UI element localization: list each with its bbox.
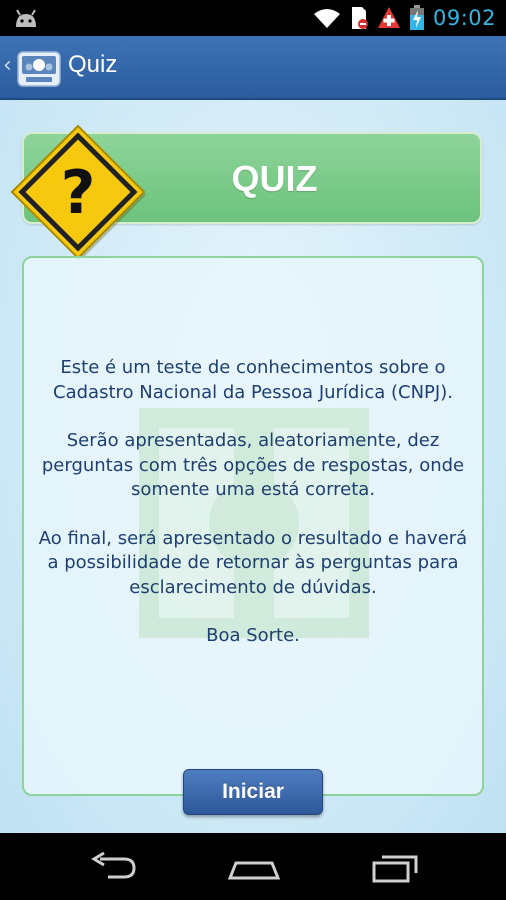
status-clock: 09:02 (432, 6, 496, 30)
wifi-icon (313, 9, 340, 28)
action-bar-title: Quiz (68, 51, 118, 78)
receita-federal-logo-icon[interactable] (16, 46, 62, 90)
description-paragraph-3: Ao final, será apresentado o resultado e… (38, 527, 468, 598)
start-button[interactable]: Iniciar (183, 769, 323, 815)
question-warning-sign-icon: ? (10, 124, 146, 261)
action-bar: ‹ Quiz (0, 36, 506, 100)
description-paragraph-4: Boa Sorte. (206, 625, 300, 646)
description-paragraph-2: Serão apresentadas, aleatoriamente, dez … (41, 430, 465, 500)
question-mark-glyph: ? (61, 158, 96, 228)
android-debug-icon (16, 9, 36, 27)
back-icon[interactable] (86, 851, 138, 883)
battery-charging-icon (409, 5, 424, 30)
info-panel: Este é um teste de conhecimentos sobre o… (22, 256, 484, 796)
medical-cross-icon (377, 7, 400, 28)
sim-icon (351, 7, 368, 29)
quiz-content: QUIZ ? Este é um teste de conhecimentos … (0, 100, 506, 833)
description-paragraph-1: Este é um teste de conhecimentos sobre o… (53, 357, 453, 403)
quiz-description: Este é um teste de conhecimentos sobre o… (36, 356, 470, 673)
status-bar: 09:02 (0, 0, 506, 36)
chevron-left-icon[interactable]: ‹ (3, 53, 12, 78)
home-icon[interactable] (226, 851, 282, 883)
navigation-bar (0, 833, 506, 900)
recent-apps-icon[interactable] (370, 851, 422, 883)
